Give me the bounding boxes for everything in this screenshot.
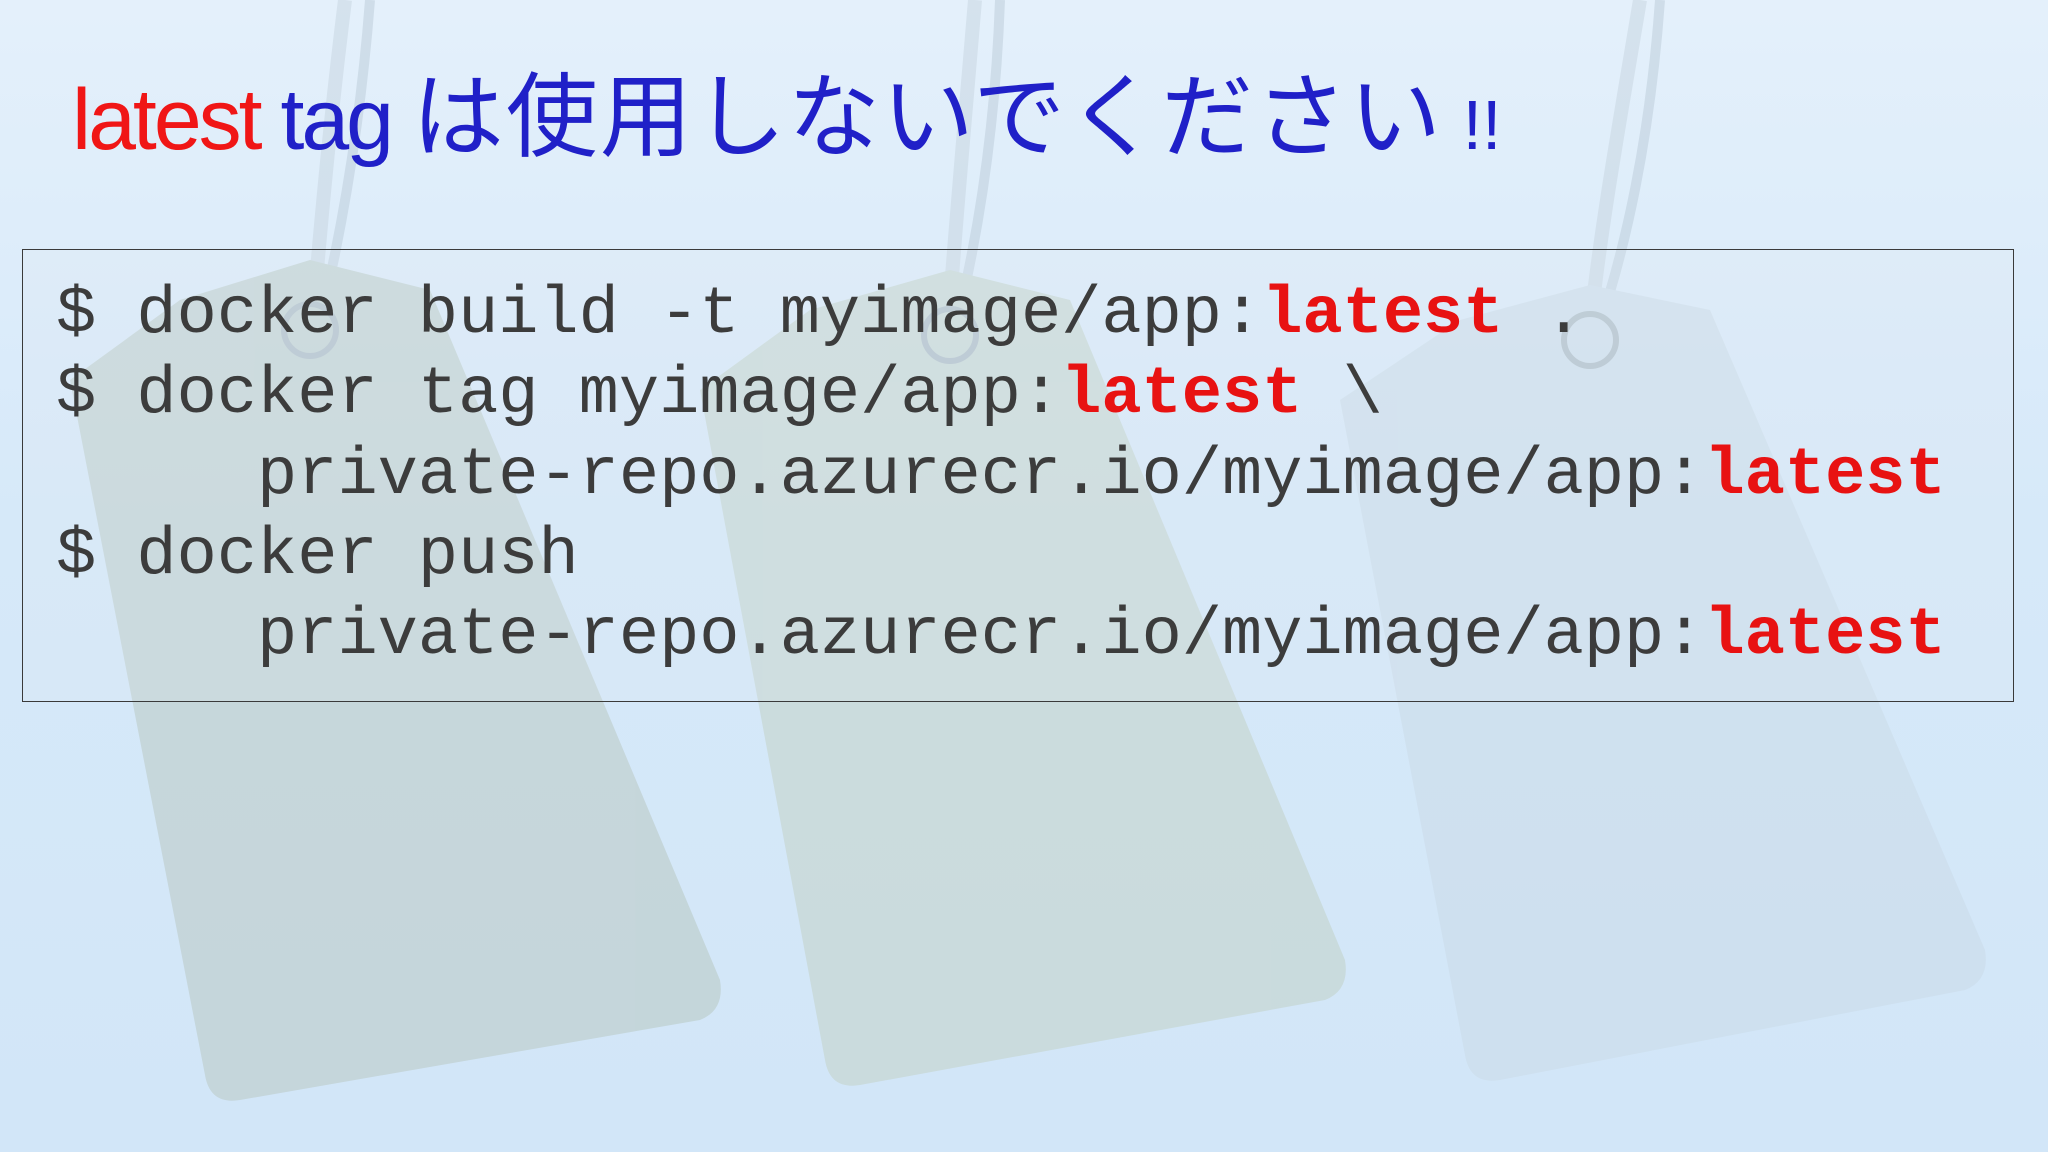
code-keyword-latest: latest bbox=[1704, 438, 1946, 514]
title-latest-word: latest bbox=[72, 72, 263, 168]
title-japanese-text: は使用しないでください bbox=[411, 64, 1444, 171]
code-line-tag-target: private-repo.azurecr.io/myimage/app:late… bbox=[56, 436, 1946, 516]
code-text: private-repo.azurecr.io/myimage/app: bbox=[56, 438, 1705, 514]
code-line-push: $ docker push bbox=[56, 516, 579, 596]
title-exclamation: !! bbox=[1443, 86, 1502, 164]
code-keyword-latest: latest bbox=[1704, 598, 1946, 674]
code-text: \ bbox=[1302, 357, 1383, 433]
code-line-build: $ docker build -t myimage/app:latest . bbox=[56, 275, 1584, 355]
code-line-tag: $ docker tag myimage/app:latest \ bbox=[56, 355, 1383, 435]
code-keyword-latest: latest bbox=[1061, 357, 1303, 433]
code-keyword-latest: latest bbox=[1262, 277, 1504, 353]
code-block: $ docker build -t myimage/app:latest . $… bbox=[22, 249, 2014, 702]
code-text: $ docker tag myimage/app: bbox=[56, 357, 1062, 433]
code-line-push-target: private-repo.azurecr.io/myimage/app:late… bbox=[56, 596, 1946, 676]
title-tag-word: tag bbox=[259, 72, 412, 168]
code-text: private-repo.azurecr.io/myimage/app: bbox=[56, 598, 1705, 674]
code-text: . bbox=[1503, 277, 1584, 353]
code-text: $ docker push bbox=[56, 518, 579, 594]
code-text: $ docker build -t myimage/app: bbox=[56, 277, 1263, 353]
slide-title: latest tag は使用しないでください !! bbox=[72, 58, 1502, 178]
